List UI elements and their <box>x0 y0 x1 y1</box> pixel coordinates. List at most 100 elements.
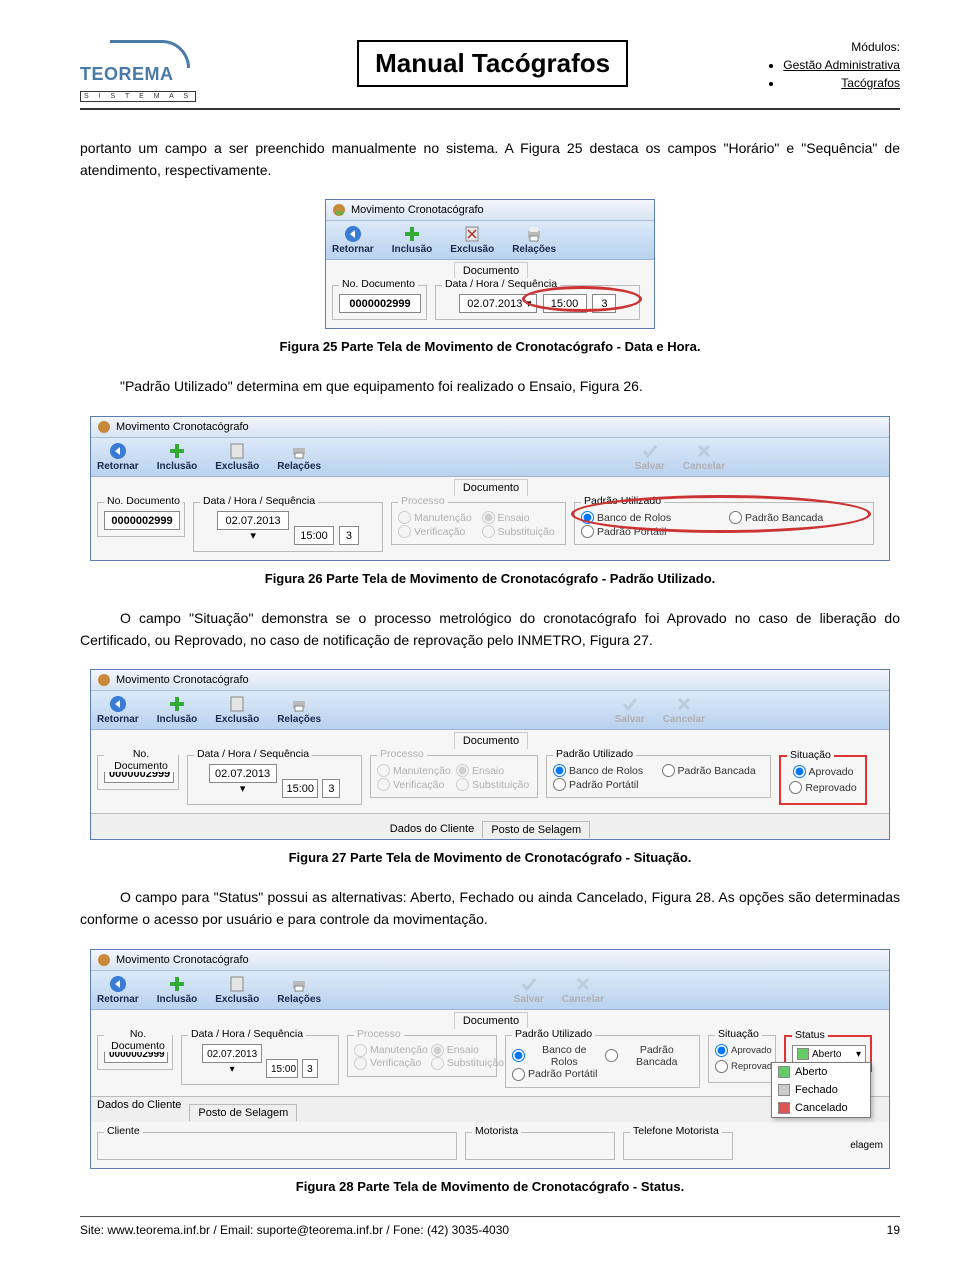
window-title-text: Movimento Cronotacógrafo <box>116 954 249 966</box>
label-elagem: elagem <box>850 1140 883 1151</box>
relacoes-button[interactable]: Relações <box>277 695 321 725</box>
radio-banco-rolos[interactable] <box>581 511 594 524</box>
status-color-red <box>778 1102 790 1114</box>
no-documento-field[interactable]: 0000002999 <box>339 294 421 313</box>
figure-27: Movimento Cronotacógrafo Retornar Inclus… <box>90 669 890 840</box>
tab-documento[interactable]: Documento <box>454 479 528 496</box>
logo: TEOREMA S I S T E M A S <box>80 40 220 102</box>
delete-icon <box>228 442 246 460</box>
status-option-cancelado[interactable]: Cancelado <box>772 1099 870 1117</box>
plus-icon <box>168 442 186 460</box>
window-icon <box>97 673 111 687</box>
page-footer: Site: www.teorema.inf.br / Email: suport… <box>80 1223 900 1237</box>
cancelar-button: Cancelar <box>683 442 725 472</box>
radio-substituicao <box>482 525 495 538</box>
no-documento-field[interactable]: 0000002999 <box>104 511 180 530</box>
print-icon <box>290 442 308 460</box>
toolbar: Retornar Inclusão Exclusão Relações <box>326 221 654 260</box>
cancelar-button: Cancelar <box>562 975 604 1005</box>
figure-caption: Figura 28 Parte Tela de Movimento de Cro… <box>80 1179 900 1194</box>
exclusao-button[interactable]: Exclusão <box>215 695 259 725</box>
salvar-button: Salvar <box>615 695 645 725</box>
tab-documento[interactable]: Documento <box>454 1012 528 1029</box>
footer-contact: Site: www.teorema.inf.br / Email: suport… <box>80 1223 509 1237</box>
x-icon <box>695 442 713 460</box>
retornar-button[interactable]: Retornar <box>332 225 374 255</box>
window-icon <box>97 420 111 434</box>
check-icon <box>641 442 659 460</box>
relacoes-button[interactable]: Relações <box>277 975 321 1005</box>
salvar-button: Salvar <box>514 975 544 1005</box>
page-number: 19 <box>887 1223 900 1237</box>
status-option-fechado[interactable]: Fechado <box>772 1081 870 1099</box>
tab-documento[interactable]: Documento <box>454 732 528 749</box>
figure-25: Movimento Cronotacógrafo Retornar Inclus… <box>325 199 655 329</box>
back-icon <box>344 225 362 243</box>
cancelar-button: Cancelar <box>663 695 705 725</box>
modules-heading: Módulos: <box>765 40 900 54</box>
radio-padrao-portatil[interactable] <box>581 525 594 538</box>
divider <box>80 1216 900 1217</box>
status-option-aberto[interactable]: Aberto <box>772 1063 870 1081</box>
module-item: Gestão Administrativa <box>783 58 900 72</box>
radio-aprovado[interactable] <box>793 765 806 778</box>
inclusao-button[interactable]: Inclusão <box>392 225 433 255</box>
fieldset-situacao: Situação Aprovado Reprovado <box>779 755 867 805</box>
sequencia-field[interactable]: 3 <box>339 526 359 545</box>
window-titlebar: Movimento Cronotacógrafo <box>326 200 654 221</box>
salvar-button: Salvar <box>635 442 665 472</box>
exclusao-button[interactable]: Exclusão <box>450 225 494 255</box>
radio-padrao-bancada[interactable] <box>662 764 675 777</box>
page-title: Manual Tacógrafos <box>357 40 628 87</box>
sequencia-field[interactable]: 3 <box>302 1059 318 1078</box>
fieldset-no-documento: No. Documento 0000002999 <box>332 285 427 320</box>
logo-subtext: S I S T E M A S <box>80 91 196 102</box>
retornar-button[interactable]: Retornar <box>97 975 139 1005</box>
window-title-text: Movimento Cronotacógrafo <box>116 674 249 686</box>
hora-field[interactable]: 15:00 <box>266 1059 298 1078</box>
body-paragraph: portanto um campo a ser preenchido manua… <box>80 138 900 181</box>
hora-field[interactable]: 15:00 <box>282 779 318 798</box>
sequencia-field[interactable]: 3 <box>592 294 616 313</box>
exclusao-button[interactable]: Exclusão <box>215 975 259 1005</box>
plus-icon <box>403 225 421 243</box>
logo-text: TEOREMA <box>80 64 220 85</box>
tab-documento[interactable]: Documento <box>454 262 528 279</box>
status-color-green <box>778 1066 790 1078</box>
body-paragraph: O campo "Situação" demonstra se o proces… <box>80 608 900 651</box>
radio-reprovado[interactable] <box>789 781 802 794</box>
figure-caption: Figura 25 Parte Tela de Movimento de Cro… <box>80 339 900 354</box>
data-field[interactable]: 02.07.2013 ▾ <box>459 294 537 313</box>
tab-posto-selagem[interactable]: Posto de Selagem <box>482 821 590 838</box>
relacoes-button[interactable]: Relações <box>512 225 556 255</box>
radio-padrao-portatil[interactable] <box>553 778 566 791</box>
radio-banco-rolos[interactable] <box>553 764 566 777</box>
body-paragraph: O campo para "Status" possui as alternat… <box>80 887 900 930</box>
window-title-text: Movimento Cronotacógrafo <box>116 421 249 433</box>
print-icon <box>525 225 543 243</box>
hora-field[interactable]: 15:00 <box>543 294 587 313</box>
data-field[interactable]: 02.07.2013 ▾ <box>217 511 289 530</box>
divider <box>80 108 900 110</box>
relacoes-button[interactable]: Relações <box>277 442 321 472</box>
window-titlebar: Movimento Cronotacógrafo <box>91 417 889 438</box>
radio-verificacao <box>398 525 411 538</box>
status-color-gray <box>778 1084 790 1096</box>
inclusao-button[interactable]: Inclusão <box>157 442 198 472</box>
exclusao-button[interactable]: Exclusão <box>215 442 259 472</box>
inclusao-button[interactable]: Inclusão <box>157 975 198 1005</box>
radio-padrao-bancada[interactable] <box>729 511 742 524</box>
tab-posto-selagem[interactable]: Posto de Selagem <box>189 1104 297 1121</box>
sequencia-field[interactable]: 3 <box>322 779 340 798</box>
radio-ensaio <box>482 511 495 524</box>
data-field[interactable]: 02.07.2013 ▾ <box>209 764 277 783</box>
retornar-button[interactable]: Retornar <box>97 695 139 725</box>
hora-field[interactable]: 15:00 <box>294 526 334 545</box>
radio-manutencao <box>398 511 411 524</box>
window-icon <box>97 953 111 967</box>
data-field[interactable]: 02.07.2013 ▾ <box>202 1044 262 1063</box>
retornar-button[interactable]: Retornar <box>97 442 139 472</box>
window-icon <box>332 203 346 217</box>
fieldset-data-hora: Data / Hora / Sequência 02.07.2013 ▾ 15:… <box>435 285 640 320</box>
inclusao-button[interactable]: Inclusão <box>157 695 198 725</box>
